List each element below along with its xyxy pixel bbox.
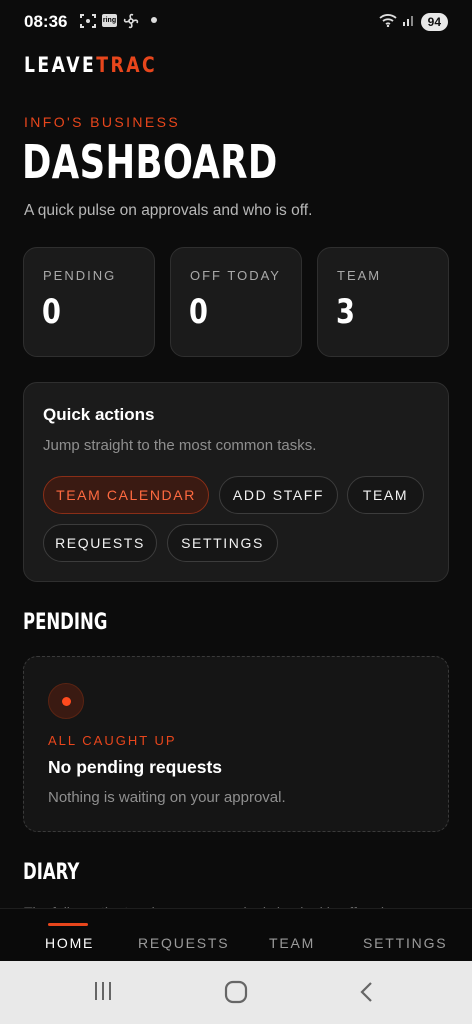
- bottom-nav: HOME REQUESTS TEAM SETTINGS: [0, 908, 472, 961]
- stat-label: OFF TODAY: [190, 268, 281, 283]
- page-title: DASHBOARD: [22, 135, 278, 189]
- home-circle-icon[interactable]: [224, 980, 248, 1008]
- wifi-icon: [379, 12, 397, 31]
- stat-card-team: TEAM 3: [317, 247, 449, 357]
- empty-state-subtitle: Nothing is waiting on your approval.: [48, 789, 286, 806]
- team-button[interactable]: TEAM: [347, 476, 424, 514]
- active-tab-indicator: [48, 923, 88, 926]
- status-system-icons: 94: [379, 12, 448, 31]
- ring-app-icon: ring: [102, 13, 117, 27]
- business-name: INFO'S BUSINESS: [24, 114, 181, 130]
- signal-icon: [402, 12, 416, 31]
- notification-dot: [151, 17, 157, 23]
- requests-button[interactable]: REQUESTS: [43, 524, 157, 562]
- nav-requests[interactable]: REQUESTS: [138, 935, 229, 951]
- stat-card-off-today: OFF TODAY 0: [170, 247, 302, 357]
- pending-empty-state: ALL CAUGHT UP No pending requests Nothin…: [23, 656, 449, 832]
- back-chevron-icon[interactable]: [356, 980, 378, 1008]
- nav-settings[interactable]: SETTINGS: [363, 935, 447, 951]
- page-subtitle: A quick pulse on approvals and who is of…: [24, 202, 313, 219]
- recents-icon[interactable]: [92, 980, 114, 1006]
- pending-section-title: PENDING: [23, 610, 108, 635]
- stat-card-pending: PENDING 0: [23, 247, 155, 357]
- brand-part-2: TRAC: [96, 53, 158, 77]
- diary-section-title: DIARY: [23, 860, 80, 885]
- empty-state-eyebrow: ALL CAUGHT UP: [48, 733, 177, 748]
- stat-label: PENDING: [43, 268, 117, 283]
- battery-indicator: 94: [420, 12, 448, 31]
- fan-icon: [123, 13, 139, 29]
- team-calendar-button[interactable]: TEAM CALENDAR: [43, 476, 209, 514]
- status-bar: 08:36 ring 94: [0, 0, 472, 44]
- nav-home[interactable]: HOME: [45, 935, 94, 951]
- status-time: 08:36: [24, 12, 68, 31]
- quick-actions-title: Quick actions: [43, 405, 155, 424]
- stat-value: 0: [42, 292, 61, 332]
- status-dot-icon: [48, 683, 84, 719]
- nav-team[interactable]: TEAM: [269, 935, 315, 951]
- system-nav-bar: [0, 961, 472, 1024]
- brand-logo: LEAVETRAC: [24, 53, 157, 77]
- quick-actions-subtitle: Jump straight to the most common tasks.: [43, 437, 317, 454]
- empty-state-title: No pending requests: [48, 757, 223, 777]
- stat-value: 3: [336, 292, 355, 332]
- stat-label: TEAM: [337, 268, 382, 283]
- add-staff-button[interactable]: ADD STAFF: [219, 476, 338, 514]
- screenshot-icon: [80, 13, 96, 28]
- stat-value: 0: [189, 292, 208, 332]
- status-notification-icons: ring: [80, 13, 157, 29]
- quick-actions-card: Quick actions Jump straight to the most …: [23, 382, 449, 582]
- settings-button[interactable]: SETTINGS: [167, 524, 278, 562]
- brand-part-1: LEAVE: [24, 53, 97, 77]
